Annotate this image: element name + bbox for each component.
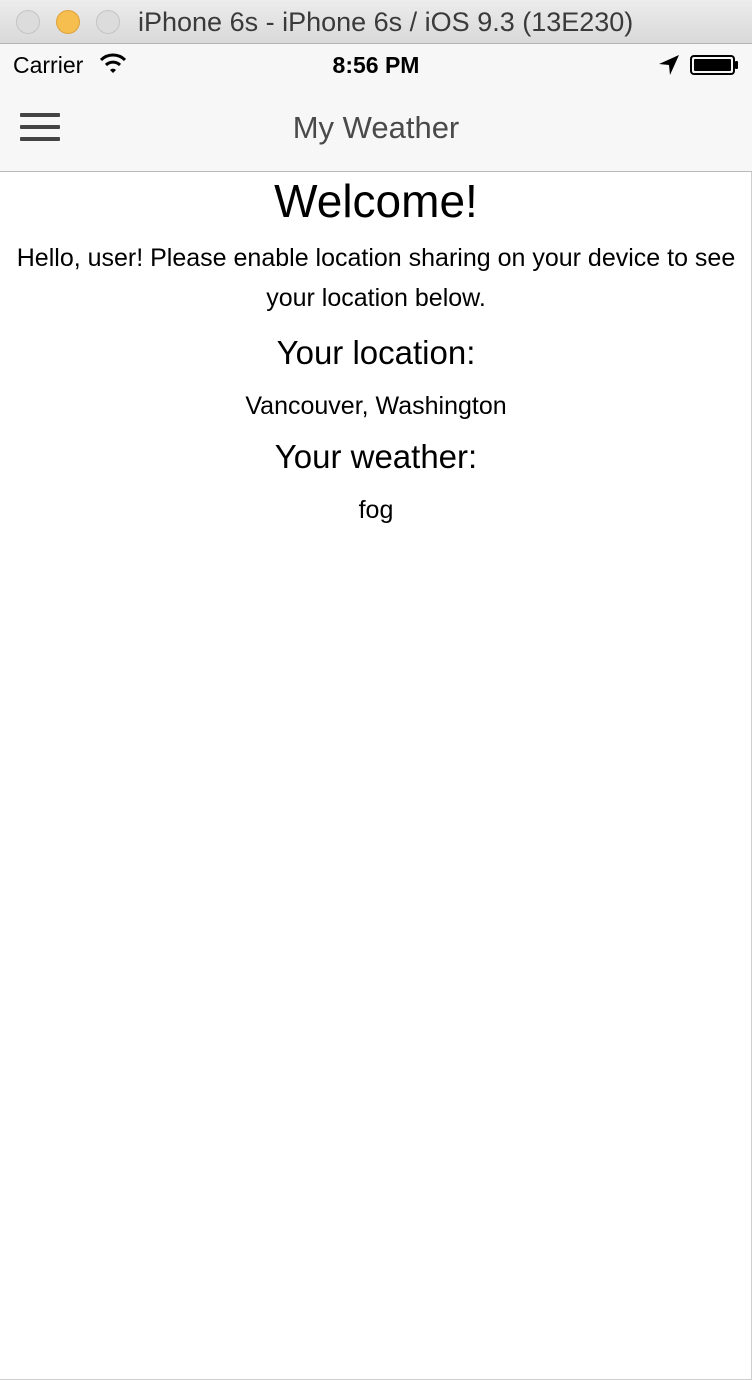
- main-content: Welcome! Hello, user! Please enable loca…: [0, 172, 752, 526]
- minimize-window-button[interactable]: [56, 10, 80, 34]
- location-value: Vancouver, Washington: [245, 392, 507, 420]
- window-title: iPhone 6s - iPhone 6s / iOS 9.3 (13E230): [138, 7, 634, 37]
- weather-value: fog: [358, 496, 394, 524]
- location-arrow-icon: [659, 55, 679, 75]
- nav-title: My Weather: [292, 110, 460, 145]
- location-heading: Your location:: [276, 334, 476, 371]
- app-navigation-bar: My Weather: [0, 84, 752, 172]
- close-window-button[interactable]: [16, 10, 40, 34]
- welcome-heading: Welcome!: [274, 175, 478, 227]
- status-time: 8:56 PM: [332, 52, 420, 78]
- battery-icon: [690, 55, 738, 75]
- intro-text: Hello, user! Please enable location shar…: [16, 244, 736, 312]
- simulator-window: iPhone 6s - iPhone 6s / iOS 9.3 (13E230)…: [0, 0, 752, 1380]
- ios-status-bar: Carrier 8:56 PM: [0, 44, 752, 84]
- weather-heading: Your weather:: [274, 438, 478, 475]
- window-titlebar: iPhone 6s - iPhone 6s / iOS 9.3 (13E230): [0, 0, 752, 44]
- zoom-window-button[interactable]: [96, 10, 120, 34]
